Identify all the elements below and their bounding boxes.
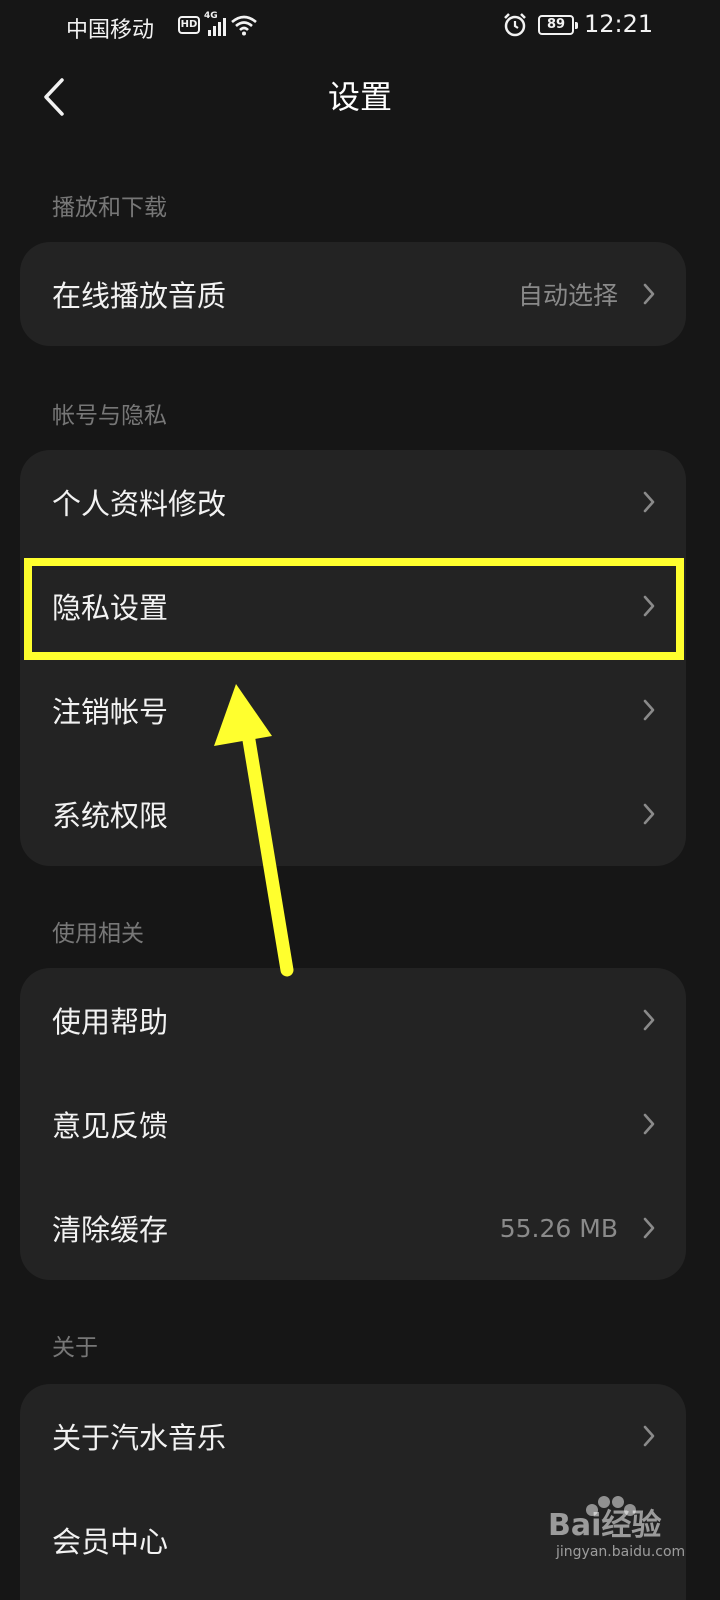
settings-row-clear-cache[interactable]: 清除缓存 55.26 MB	[20, 1176, 686, 1280]
section-label-usage: 使用相关	[52, 921, 144, 947]
settings-row-help[interactable]: 使用帮助	[20, 968, 686, 1072]
row-label: 个人资料修改	[52, 487, 227, 521]
chevron-right-icon	[642, 1424, 656, 1448]
section-label-playback: 播放和下载	[52, 195, 167, 221]
chevron-right-icon	[642, 1216, 656, 1240]
card-account: 个人资料修改 隐私设置 注销帐号 系统权限	[20, 450, 686, 866]
chevron-right-icon	[642, 282, 656, 306]
settings-row-feedback[interactable]: 意见反馈	[20, 1072, 686, 1176]
row-label: 系统权限	[52, 799, 169, 833]
chevron-right-icon	[642, 1112, 656, 1136]
card-usage: 使用帮助 意见反馈 清除缓存 55.26 MB	[20, 968, 686, 1280]
section-label-account: 帐号与隐私	[52, 403, 167, 429]
watermark-text: Bai经验	[548, 1508, 662, 1543]
chevron-right-icon	[642, 1008, 656, 1032]
row-label: 在线播放音质	[52, 279, 227, 313]
chevron-right-icon	[642, 802, 656, 826]
hd-badge: HD	[178, 16, 200, 34]
row-label: 使用帮助	[52, 1005, 169, 1039]
settings-row-privacy[interactable]: 隐私设置	[20, 554, 686, 658]
row-value: 自动选择	[517, 281, 618, 310]
settings-row-about-app[interactable]: 关于汽水音乐	[20, 1384, 686, 1488]
settings-row-delete-account[interactable]: 注销帐号	[20, 658, 686, 762]
clock: 12:21	[584, 10, 654, 38]
battery-indicator: 89	[538, 15, 578, 35]
settings-row-playback-quality[interactable]: 在线播放音质 自动选择	[20, 242, 686, 346]
row-label: 意见反馈	[52, 1109, 169, 1143]
card-playback: 在线播放音质 自动选择	[20, 242, 686, 346]
chevron-right-icon	[642, 698, 656, 722]
wifi-icon	[231, 15, 257, 36]
signal-icon	[208, 18, 226, 36]
chevron-right-icon	[642, 594, 656, 618]
section-label-about: 关于	[52, 1335, 98, 1361]
alarm-icon	[504, 13, 526, 37]
carrier-name: 中国移动	[66, 18, 155, 43]
row-label: 注销帐号	[52, 695, 169, 729]
settings-row-system-permissions[interactable]: 系统权限	[20, 762, 686, 866]
status-bar: 中国移动 HD 4G 89 12:21	[0, 0, 720, 52]
row-label: 隐私设置	[52, 591, 169, 625]
chevron-right-icon	[642, 490, 656, 514]
watermark-url: jingyan.baidu.com	[556, 1544, 686, 1560]
row-label: 清除缓存	[52, 1213, 169, 1247]
cache-size-value: 55.26 MB	[499, 1213, 618, 1243]
page-title: 设置	[327, 78, 392, 116]
settings-row-profile-edit[interactable]: 个人资料修改	[20, 450, 686, 554]
row-label: 关于汽水音乐	[52, 1421, 227, 1455]
settings-screen: 中国移动 HD 4G 89 12:21 设置 播放和下载 在线播放音质 自动选择…	[0, 0, 720, 1600]
